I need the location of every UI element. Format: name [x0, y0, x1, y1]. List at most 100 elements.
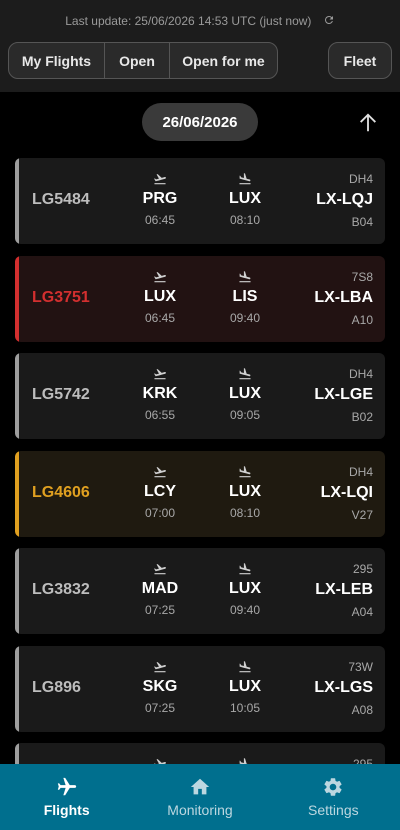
gate: A08 — [351, 703, 373, 717]
departure-column: SKG 07:25 — [125, 660, 195, 715]
aircraft-type: DH4 — [348, 367, 373, 381]
arrival-column — [210, 757, 280, 764]
departure-airport: MAD — [141, 580, 179, 597]
status-bar — [15, 256, 19, 342]
plane-icon — [57, 777, 76, 796]
departure-airport: KRK — [142, 385, 178, 402]
departure-time: 06:55 — [144, 408, 176, 422]
nav-flights-label: Flights — [43, 802, 90, 818]
nav-settings[interactable]: Settings — [267, 764, 400, 830]
flight-card[interactable]: LG5484 PRG 06:45 LUX 08:10 DH4 LX-LQJ B04 — [15, 158, 385, 244]
departure-airport: SKG — [142, 678, 178, 695]
arrival-airport: LUX — [229, 483, 261, 500]
arrival-icon — [239, 758, 248, 764]
status-bar — [15, 548, 19, 634]
flight-number: LG3832 — [32, 581, 90, 598]
departure-icon — [154, 272, 166, 283]
arrival-icon — [239, 563, 251, 575]
arrival-column: LIS 09:40 — [210, 270, 280, 325]
flight-number: LG5742 — [32, 386, 90, 403]
aircraft-column: 7S8 LX-LBA A10 — [314, 270, 373, 327]
arrival-column: LUX 09:40 — [210, 562, 280, 617]
departure-time: 07:25 — [144, 603, 176, 617]
aircraft-registration: LX-LBA — [314, 289, 373, 306]
departure-column: LUX 06:45 — [125, 270, 195, 325]
flight-card[interactable]: LG3832 MAD 07:25 LUX 09:40 295 LX-LEB A04 — [15, 548, 385, 634]
arrival-icon — [239, 368, 251, 380]
last-update-text: Last update: 25/06/2026 14:53 UTC (just … — [65, 14, 312, 28]
departure-airport: LUX — [144, 288, 176, 305]
aircraft-column: DH4 LX-LQI V27 — [321, 465, 373, 522]
arrival-icon — [239, 661, 251, 673]
aircraft-type: 295 — [352, 757, 373, 764]
departure-column: KRK 06:55 — [125, 367, 195, 422]
aircraft-column: 295 — [353, 757, 373, 764]
departure-column: LCY 07:00 — [125, 465, 195, 520]
gate: B04 — [351, 215, 373, 229]
aircraft-type: 73W — [348, 660, 373, 674]
departure-time: 07:00 — [144, 506, 176, 520]
arrival-icon — [239, 173, 251, 185]
filter-open-for-me-button[interactable]: Open for me — [170, 43, 277, 78]
aircraft-registration: LX-LQI — [320, 484, 373, 501]
bottom-navigation: Flights Monitoring Settings — [0, 764, 400, 830]
aircraft-type: 7S8 — [351, 270, 373, 284]
aircraft-type: DH4 — [348, 172, 373, 186]
arrival-time: 09:40 — [229, 603, 261, 617]
filter-open-button[interactable]: Open — [105, 43, 170, 78]
arrival-time: 08:10 — [229, 506, 261, 520]
flight-number: LG4606 — [32, 484, 90, 501]
arrival-icon — [239, 466, 251, 478]
arrival-airport: LIS — [232, 288, 258, 305]
departure-icon — [154, 759, 166, 764]
status-bar — [15, 646, 19, 732]
scroll-top-arrow-icon[interactable] — [357, 112, 379, 134]
top-header: Last update: 25/06/2026 14:53 UTC (just … — [0, 0, 400, 92]
arrival-column: LUX 08:10 — [210, 465, 280, 520]
home-icon — [190, 778, 210, 795]
aircraft-type: DH4 — [348, 465, 373, 479]
departure-time: 06:45 — [144, 213, 176, 227]
status-bar — [15, 353, 19, 439]
departure-airport: PRG — [142, 190, 178, 207]
fleet-button[interactable]: Fleet — [328, 42, 392, 79]
date-selector[interactable]: 26/06/2026 — [142, 103, 258, 141]
status-bar — [15, 743, 19, 764]
nav-monitoring[interactable]: Monitoring — [133, 764, 266, 830]
arrival-airport: LUX — [229, 385, 261, 402]
nav-monitoring-label: Monitoring — [167, 802, 233, 818]
flight-card[interactable]: 295 — [15, 743, 385, 764]
filter-segmented-control: My Flights Open Open for me — [8, 42, 278, 79]
flight-number: LG896 — [32, 679, 81, 696]
refresh-icon[interactable] — [323, 14, 335, 26]
last-update-row: Last update: 25/06/2026 14:53 UTC (just … — [0, 14, 400, 28]
aircraft-column: DH4 LX-LGE B02 — [314, 367, 373, 424]
arrival-airport: LUX — [229, 678, 261, 695]
departure-icon — [154, 662, 166, 673]
aircraft-column: DH4 LX-LQJ B04 — [316, 172, 373, 229]
flight-card[interactable]: LG3751 LUX 06:45 LIS 09:40 7S8 LX-LBA A10 — [15, 256, 385, 342]
departure-time: 06:45 — [144, 311, 176, 325]
flight-card[interactable]: LG896 SKG 07:25 LUX 10:05 73W LX-LGS A08 — [15, 646, 385, 732]
filter-my-flights-button[interactable]: My Flights — [9, 43, 105, 78]
departure-time: 07:25 — [144, 701, 176, 715]
flight-card[interactable]: LG5742 KRK 06:55 LUX 09:05 DH4 LX-LGE B02 — [15, 353, 385, 439]
departure-icon — [154, 174, 166, 185]
aircraft-registration: LX-LEB — [315, 581, 373, 598]
gate: B02 — [351, 410, 373, 424]
flight-number: LG3751 — [32, 289, 90, 306]
nav-flights[interactable]: Flights — [0, 764, 133, 830]
departure-column: PRG 06:45 — [125, 172, 195, 227]
gear-icon — [324, 778, 342, 796]
gate: A10 — [351, 313, 373, 327]
flight-card[interactable]: LG4606 LCY 07:00 LUX 08:10 DH4 LX-LQI V27 — [15, 451, 385, 537]
arrival-airport: LUX — [229, 580, 261, 597]
aircraft-registration: LX-LQJ — [316, 191, 373, 208]
departure-column: MAD 07:25 — [125, 562, 195, 617]
flight-list: LG5484 PRG 06:45 LUX 08:10 DH4 LX-LQJ B04 LG3751… — [15, 158, 385, 764]
arrival-column: LUX 08:10 — [210, 172, 280, 227]
status-bar — [15, 451, 19, 537]
arrival-time: 09:40 — [229, 311, 261, 325]
aircraft-column: 73W LX-LGS A08 — [314, 660, 373, 717]
departure-column — [125, 757, 195, 764]
